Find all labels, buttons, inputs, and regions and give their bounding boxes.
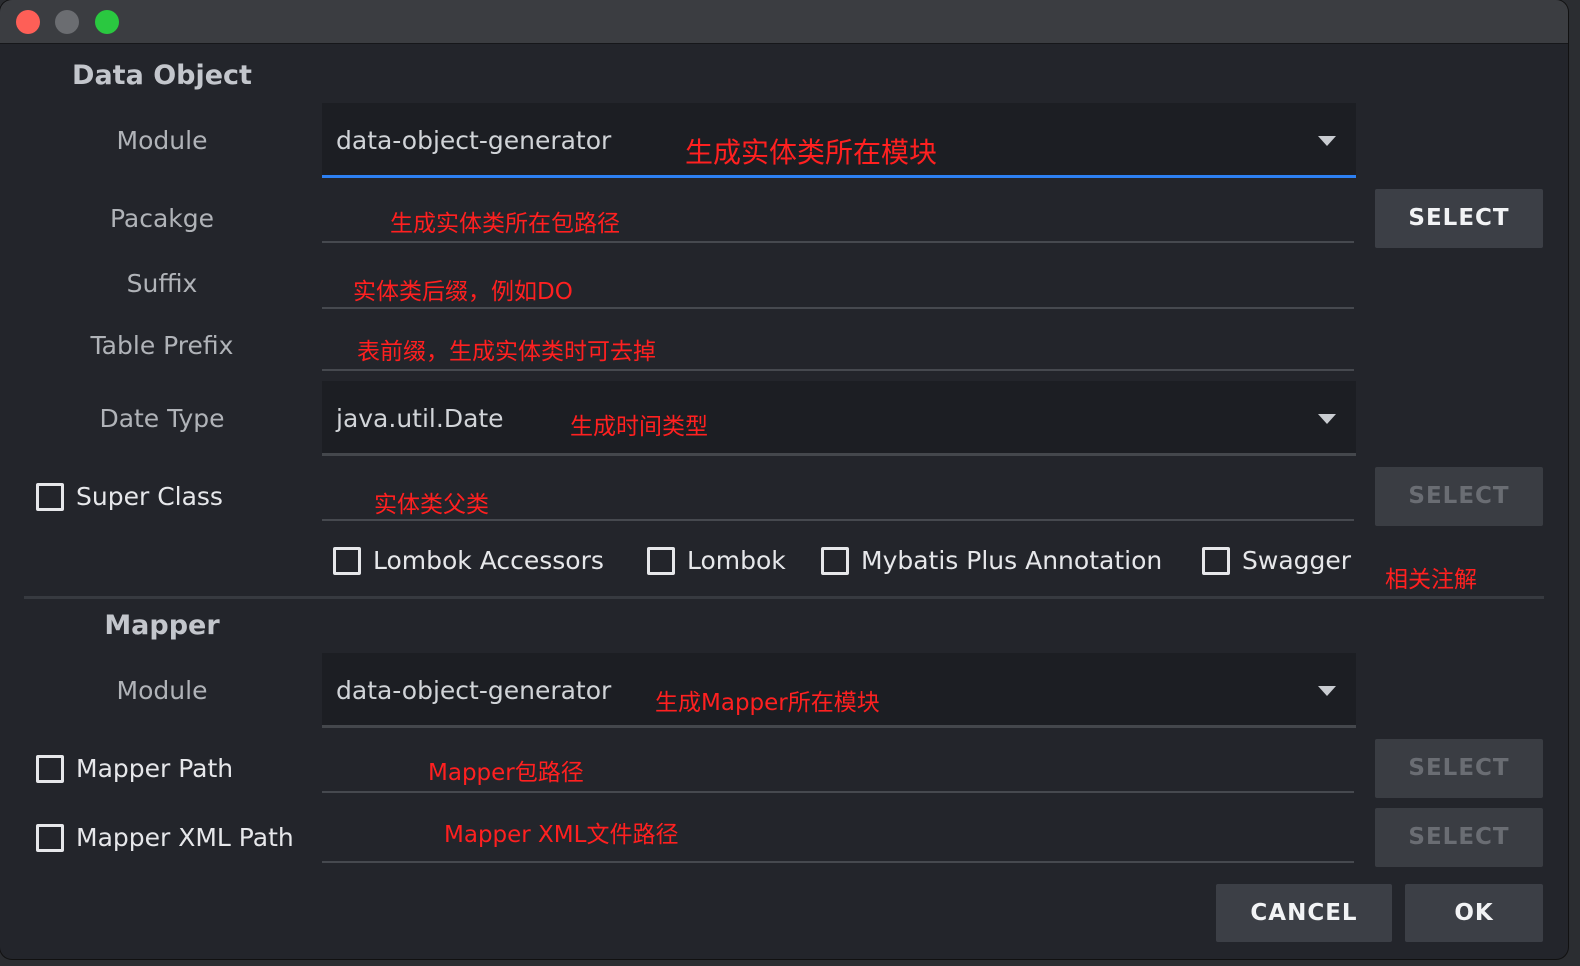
- swagger-label: Swagger: [1242, 546, 1352, 575]
- package-input[interactable]: 生成实体类所在包路径: [322, 190, 1354, 243]
- super-class-input[interactable]: 实体类父类: [322, 468, 1354, 521]
- mapper-path-input[interactable]: Mapper包路径: [322, 740, 1354, 793]
- checkbox-icon: [36, 754, 64, 783]
- do-module-note: 生成实体类所在模块: [685, 136, 938, 169]
- lombok-label: Lombok: [687, 546, 786, 575]
- suffix-label: Suffix: [126, 269, 198, 298]
- mapper-path-note: Mapper包路径: [428, 760, 584, 786]
- table-prefix-input[interactable]: 表前缀，生成实体类时可去掉: [322, 318, 1354, 371]
- super-class-label: Super Class: [76, 482, 223, 511]
- dialog-window: Data Object Module data-object-generator…: [0, 0, 1568, 959]
- mapper-path-checkbox[interactable]: Mapper Path: [36, 754, 233, 783]
- mapper-xml-path-checkbox[interactable]: Mapper XML Path: [36, 823, 294, 852]
- super-class-note: 实体类父类: [374, 492, 489, 518]
- mapper-xml-path-input[interactable]: Mapper XML文件路径: [322, 810, 1354, 863]
- date-type-value: java.util.Date: [336, 404, 504, 433]
- super-class-checkbox[interactable]: Super Class: [36, 482, 223, 511]
- date-type-select[interactable]: java.util.Date 生成时间类型: [322, 381, 1356, 456]
- do-module-select[interactable]: data-object-generator 生成实体类所在模块: [322, 103, 1356, 178]
- table-prefix-label: Table Prefix: [90, 331, 234, 360]
- chevron-down-icon: [1318, 136, 1336, 146]
- checkbox-icon: [36, 823, 64, 852]
- date-type-label: Date Type: [99, 404, 225, 433]
- lombok-accessors-label: Lombok Accessors: [373, 546, 604, 575]
- data-object-section-title: Data Object: [72, 60, 252, 91]
- table-prefix-note: 表前缀，生成实体类时可去掉: [357, 339, 656, 365]
- checkbox-icon: [1202, 546, 1230, 575]
- package-select-button[interactable]: SELECT: [1375, 189, 1543, 248]
- package-note: 生成实体类所在包路径: [390, 211, 620, 237]
- swagger-checkbox[interactable]: Swagger: [1202, 546, 1351, 575]
- close-window-button[interactable]: [16, 10, 40, 34]
- title-bar: [0, 0, 1568, 44]
- mybatis-plus-annotation-label: Mybatis Plus Annotation: [861, 546, 1163, 575]
- checkbox-icon: [647, 546, 675, 575]
- suffix-note: 实体类后缀，例如DO: [353, 279, 573, 305]
- chevron-down-icon: [1318, 686, 1336, 696]
- minimize-window-button[interactable]: [55, 10, 79, 34]
- suffix-input[interactable]: 实体类后缀，例如DO: [322, 256, 1354, 309]
- mapper-path-select-button[interactable]: SELECT: [1375, 739, 1543, 798]
- mapper-module-value: data-object-generator: [336, 676, 612, 705]
- mybatis-plus-annotation-checkbox[interactable]: Mybatis Plus Annotation: [821, 546, 1162, 575]
- super-class-select-button[interactable]: SELECT: [1375, 467, 1543, 526]
- checkbox-icon: [821, 546, 849, 575]
- mapper-module-note: 生成Mapper所在模块: [655, 690, 880, 716]
- mapper-module-label: Module: [116, 676, 208, 705]
- mapper-module-select[interactable]: data-object-generator 生成Mapper所在模块: [322, 653, 1356, 728]
- mapper-xml-path-label: Mapper XML Path: [76, 823, 294, 852]
- mapper-xml-path-note: Mapper XML文件路径: [444, 822, 679, 848]
- ok-button[interactable]: OK: [1405, 884, 1543, 942]
- package-label: Pacakge: [109, 204, 215, 233]
- mapper-path-label: Mapper Path: [76, 754, 234, 783]
- mapper-xml-path-select-button[interactable]: SELECT: [1375, 808, 1543, 867]
- do-module-value: data-object-generator: [336, 126, 612, 155]
- options-note: 相关注解: [1385, 567, 1477, 593]
- lombok-accessors-checkbox[interactable]: Lombok Accessors: [333, 546, 604, 575]
- cancel-button[interactable]: CANCEL: [1216, 884, 1392, 942]
- maximize-window-button[interactable]: [95, 10, 119, 34]
- date-type-note: 生成时间类型: [570, 414, 708, 440]
- checkbox-icon: [36, 482, 64, 511]
- do-module-label: Module: [116, 126, 208, 155]
- checkbox-icon: [333, 546, 361, 575]
- chevron-down-icon: [1318, 414, 1336, 424]
- lombok-checkbox[interactable]: Lombok: [647, 546, 786, 575]
- section-divider: [24, 596, 1544, 599]
- mapper-section-title: Mapper: [104, 610, 220, 641]
